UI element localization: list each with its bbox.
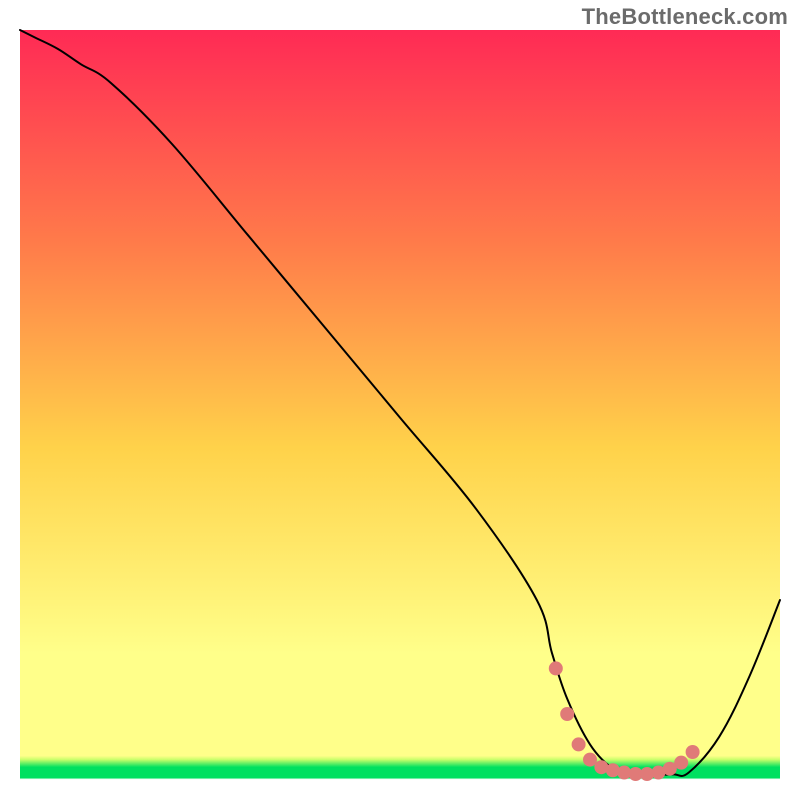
chart-svg [0, 0, 800, 800]
gradient-background [20, 30, 780, 790]
marker-dot [549, 661, 563, 675]
marker-dot [674, 756, 688, 770]
marker-dot [572, 737, 586, 751]
plot-area [20, 30, 780, 790]
marker-dot [583, 753, 597, 767]
chart-container: TheBottleneck.com [0, 0, 800, 800]
marker-dot [686, 745, 700, 759]
marker-dot [560, 707, 574, 721]
